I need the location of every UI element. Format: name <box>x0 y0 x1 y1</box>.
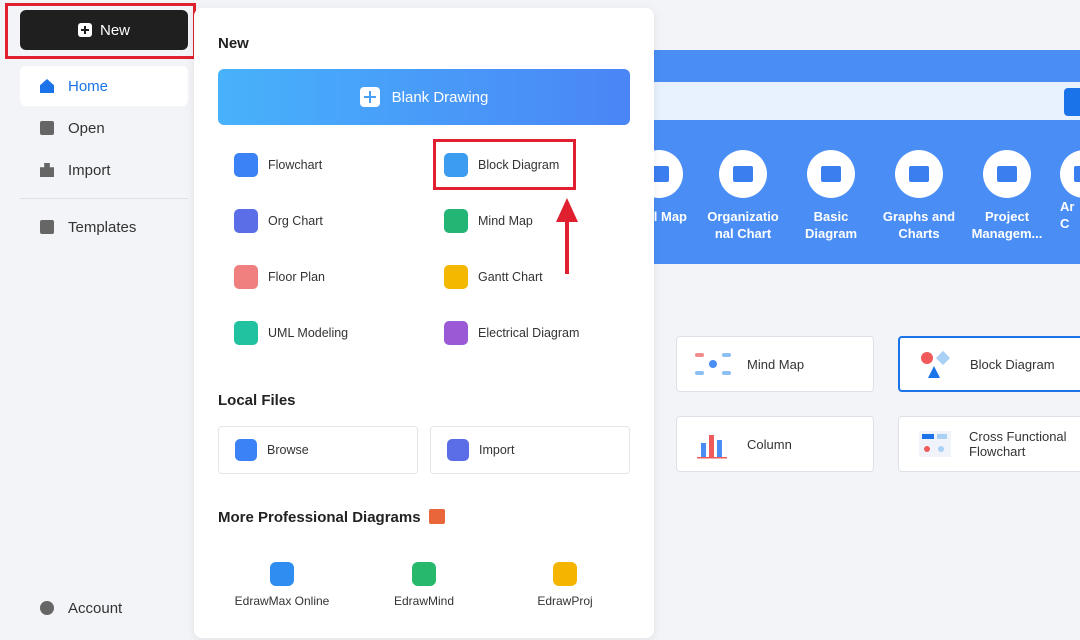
diagram-type-gantt-chart[interactable]: Gantt Chart <box>444 265 543 289</box>
block-diagram-icon <box>921 350 951 378</box>
section-title-new: New <box>218 35 249 52</box>
diagram-type-label: Mind Map <box>478 214 533 228</box>
mind-map-icon <box>695 353 731 375</box>
category-label: Graphs and Charts <box>882 209 956 241</box>
category-label: Project Managem... <box>971 209 1043 241</box>
import-icon <box>40 163 54 177</box>
sidebar-divider <box>20 198 188 199</box>
diagram-type-label: Org Chart <box>268 214 323 228</box>
diagram-type-label: UML Modeling <box>268 326 349 340</box>
category-graphs-and-charts[interactable]: Graphs and Charts <box>879 150 959 242</box>
sidebar-item-home[interactable]: Home <box>20 66 188 106</box>
diagram-type-label: Flowchart <box>268 158 323 172</box>
import-button[interactable]: Import <box>430 426 630 474</box>
sidebar-item-open[interactable]: Open <box>20 108 188 148</box>
templates-icon <box>40 220 54 234</box>
category-organizational-chart[interactable]: Organizatio nal Chart <box>703 150 783 242</box>
more-title-text: More Professional Diagrams <box>218 509 421 526</box>
category-icon <box>895 150 943 198</box>
card-label: Mind Map <box>747 356 805 372</box>
sidebar-item-label: Home <box>68 77 109 95</box>
card-label: Cross Functional Flowchart <box>969 429 1067 459</box>
search-bar[interactable] <box>640 82 1080 120</box>
edrawmax-icon <box>270 562 294 586</box>
template-card-mind-map[interactable]: Mind Map <box>676 336 874 392</box>
template-card-column[interactable]: Column <box>676 416 874 472</box>
electrical-icon <box>444 321 468 345</box>
highlight-box-new <box>5 3 196 59</box>
product-edrawproj[interactable]: EdrawProj <box>505 562 625 608</box>
gift-icon <box>428 509 445 524</box>
org-chart-icon <box>234 209 258 233</box>
category-label: Basic Diagram <box>804 209 858 241</box>
template-card-cross-functional-flowchart[interactable]: Cross Functional Flowchart <box>898 416 1080 472</box>
account-icon <box>40 601 54 615</box>
import-label: Import <box>479 443 515 457</box>
diagram-type-floor-plan[interactable]: Floor Plan <box>234 265 325 289</box>
sidebar-item-label: Account <box>68 599 123 617</box>
column-chart-icon <box>697 435 727 459</box>
sidebar-item-label: Templates <box>68 218 137 236</box>
product-label: EdrawMax Online <box>234 594 330 608</box>
browse-button[interactable]: Browse <box>218 426 418 474</box>
cross-functional-flowchart-icon <box>919 431 951 457</box>
diagram-type-uml-modeling[interactable]: UML Modeling <box>234 321 348 345</box>
category-project-management[interactable]: Project Managem... <box>967 150 1047 242</box>
sidebar-item-account[interactable]: Account <box>20 588 188 628</box>
section-title-more: More Professional Diagrams <box>218 509 445 526</box>
diagram-type-label: Floor Plan <box>268 270 325 284</box>
browse-icon <box>235 439 257 461</box>
edrawproj-icon <box>553 562 577 586</box>
plus-icon <box>359 87 380 107</box>
sidebar-item-templates[interactable]: Templates <box>20 207 188 247</box>
category-icon <box>1060 150 1080 198</box>
home-icon <box>40 79 54 93</box>
card-label: Block Diagram <box>970 356 1055 372</box>
diagram-type-flowchart[interactable]: Flowchart <box>234 153 322 177</box>
mind-map-icon <box>444 209 468 233</box>
card-label: Column <box>747 436 792 452</box>
product-label: EdrawMind <box>393 594 455 608</box>
browse-label: Browse <box>267 443 309 457</box>
gantt-chart-icon <box>444 265 468 289</box>
diagram-type-org-chart[interactable]: Org Chart <box>234 209 323 233</box>
blank-drawing-button[interactable]: Blank Drawing <box>218 69 630 125</box>
section-title-local-files: Local Files <box>218 392 296 409</box>
template-card-block-diagram[interactable]: Block Diagram <box>898 336 1080 392</box>
category-label: Organizatio nal Chart <box>707 209 779 241</box>
category-label: Ar C <box>1060 199 1075 231</box>
red-arrow-shaft <box>565 220 569 274</box>
search-button[interactable] <box>1064 88 1080 116</box>
category-partial[interactable]: Ar C <box>1060 150 1080 232</box>
product-label: EdrawProj <box>537 594 593 608</box>
category-icon <box>983 150 1031 198</box>
file-icon <box>40 121 54 135</box>
sidebar: New Home Open Import Templates Account <box>0 0 196 640</box>
edrawmind-icon <box>412 562 436 586</box>
category-icon <box>807 150 855 198</box>
new-dropdown-panel: New Blank Drawing Flowchart Block Diagra… <box>194 8 654 638</box>
floor-plan-icon <box>234 265 258 289</box>
highlight-box-block-diagram <box>433 139 576 190</box>
uml-icon <box>234 321 258 345</box>
product-edrawmax-online[interactable]: EdrawMax Online <box>222 562 342 608</box>
blank-drawing-label: Blank Drawing <box>391 88 489 106</box>
sidebar-item-label: Open <box>68 119 105 137</box>
product-edrawmind[interactable]: EdrawMind <box>364 562 484 608</box>
diagram-type-label: Electrical Diagram <box>478 326 580 340</box>
diagram-type-electrical-diagram[interactable]: Electrical Diagram <box>444 321 579 345</box>
sidebar-item-label: Import <box>68 161 111 179</box>
category-basic-diagram[interactable]: Basic Diagram <box>791 150 871 242</box>
sidebar-item-import[interactable]: Import <box>20 150 188 190</box>
diagram-type-label: Gantt Chart <box>478 270 543 284</box>
import-icon <box>447 439 469 461</box>
category-icon <box>719 150 767 198</box>
flowchart-icon <box>234 153 258 177</box>
diagram-type-mind-map[interactable]: Mind Map <box>444 209 533 233</box>
